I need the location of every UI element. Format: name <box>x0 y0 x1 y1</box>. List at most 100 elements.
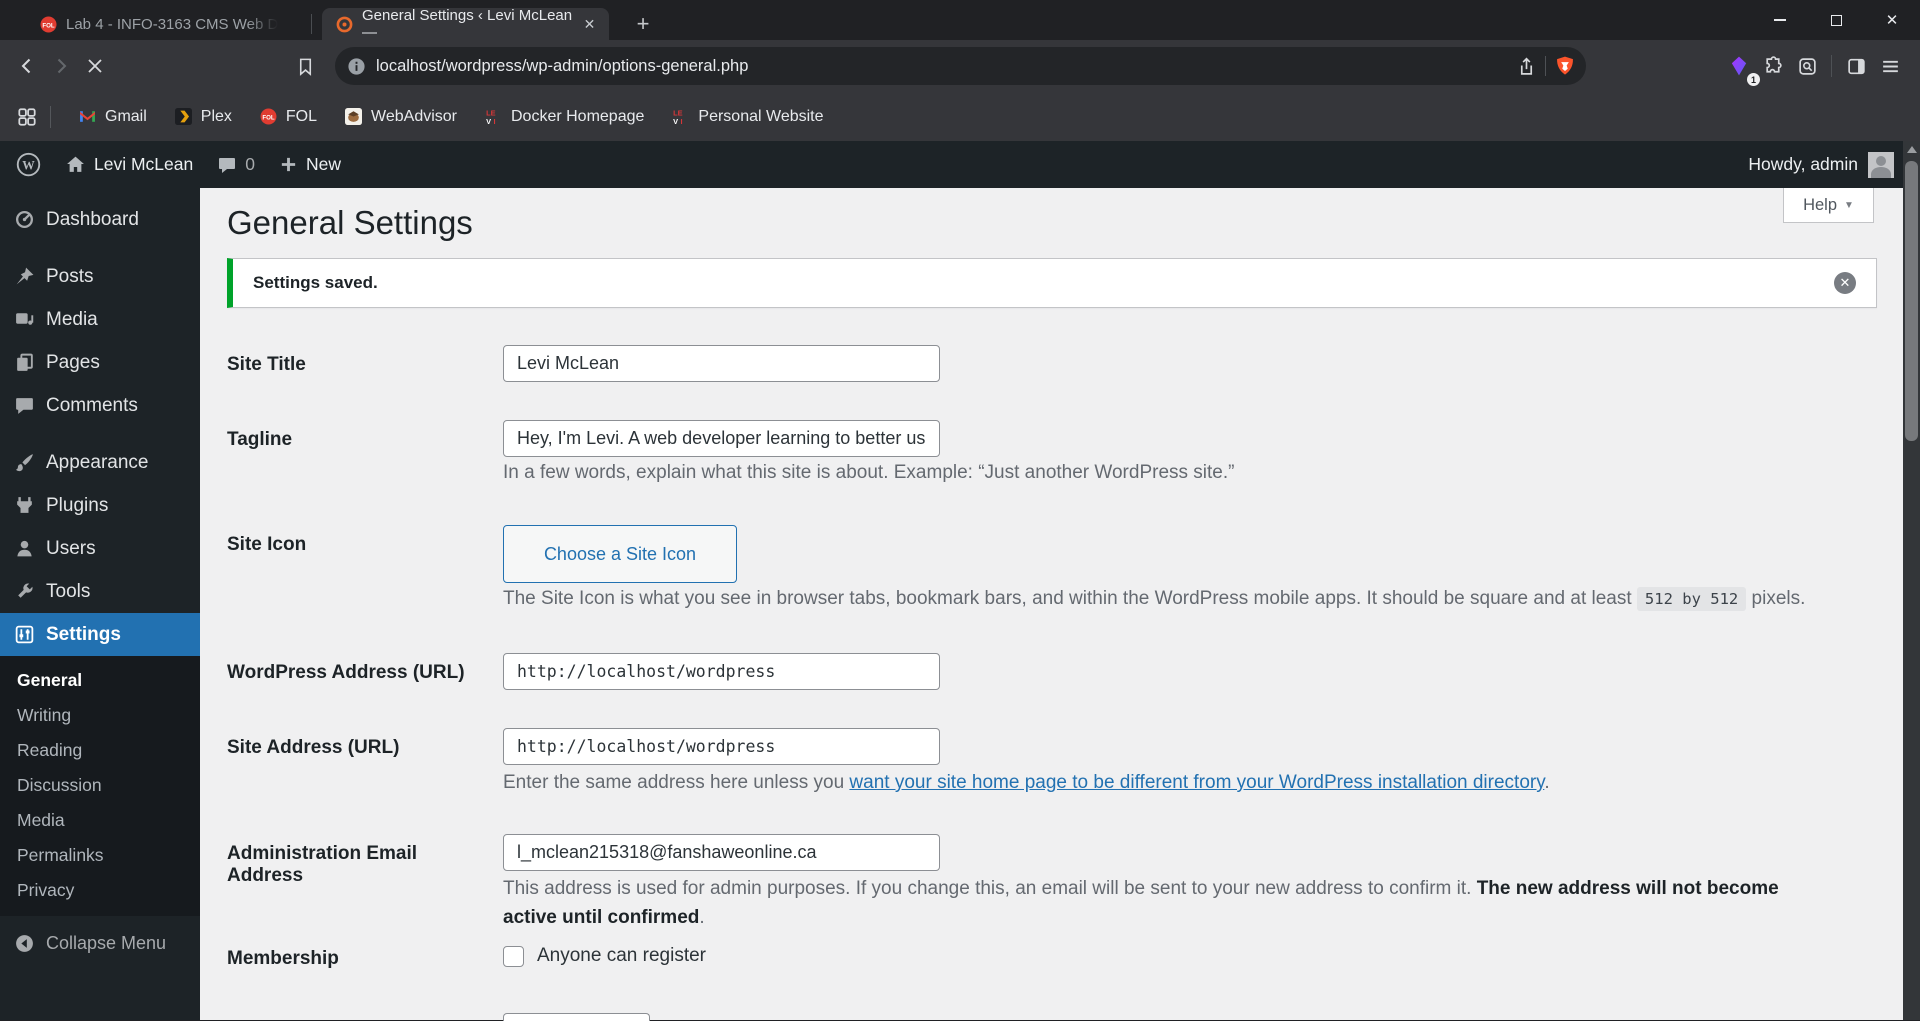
plex-icon <box>174 108 192 125</box>
home-icon <box>65 154 86 175</box>
anyone-can-register-checkbox[interactable] <box>503 945 524 967</box>
site-title-input[interactable] <box>503 345 940 382</box>
apps-grid-icon[interactable] <box>16 106 38 128</box>
site-info-icon[interactable] <box>347 57 366 76</box>
tab-general-settings[interactable]: General Settings ‹ Levi McLean — ✕ <box>322 7 609 41</box>
choose-site-icon-button[interactable]: Choose a Site Icon <box>503 525 737 583</box>
bookmark-docker-homepage[interactable]: LE V I Docker Homepage <box>471 100 658 134</box>
submenu-item-permalinks[interactable]: Permalinks <box>0 838 200 873</box>
plus-icon <box>279 155 298 174</box>
wordpress-address-input[interactable] <box>503 653 940 690</box>
bookmark-icon[interactable] <box>288 49 322 83</box>
submenu-item-writing[interactable]: Writing <box>0 698 200 733</box>
sidebar-toggle-icon[interactable] <box>1839 49 1873 83</box>
wallet-search-icon[interactable] <box>1790 49 1824 83</box>
svg-text:FOL: FOL <box>262 114 275 121</box>
sidebar-item-tools[interactable]: Tools <box>0 570 200 613</box>
site-icon-label: Site Icon <box>227 534 307 555</box>
sidebar-item-users[interactable]: Users <box>0 527 200 570</box>
webadvisor-icon <box>345 108 363 125</box>
svg-text:V: V <box>673 117 678 125</box>
bookmark-gmail[interactable]: Gmail <box>65 100 161 134</box>
bookmark-fol[interactable]: FOL FOL <box>246 100 331 134</box>
collapse-arrow-icon <box>16 935 33 952</box>
rewards-badge: 1 <box>1747 73 1760 86</box>
scroll-up-arrow[interactable] <box>1905 143 1918 157</box>
admin-email-input[interactable] <box>503 834 940 871</box>
howdy-text: Howdy, admin <box>1748 154 1858 174</box>
collapse-menu-button[interactable]: Collapse Menu <box>0 922 200 965</box>
tagline-input[interactable] <box>503 420 940 457</box>
submenu-item-discussion[interactable]: Discussion <box>0 768 200 803</box>
new-label: New <box>305 154 341 174</box>
comments-indicator[interactable]: 0 <box>205 141 267 188</box>
tagline-label: Tagline <box>227 429 293 450</box>
sidebar-item-appearance[interactable]: Appearance <box>0 441 200 484</box>
back-icon[interactable] <box>10 49 44 83</box>
media-icon <box>16 313 34 325</box>
submenu-item-general[interactable]: General <box>0 663 200 698</box>
dashboard-icon <box>15 210 34 229</box>
checkbox-label: Anyone can register <box>537 945 706 966</box>
sidebar-item-label: Pages <box>46 351 100 373</box>
sidebar-item-media[interactable]: Media <box>0 298 200 341</box>
menu-hamburger-icon[interactable] <box>1873 49 1907 83</box>
scrollbar-thumb[interactable] <box>1905 161 1918 441</box>
new-content-menu[interactable]: New <box>267 141 353 188</box>
sidebar-item-dashboard[interactable]: Dashboard <box>0 198 200 241</box>
settings-icon <box>15 625 34 644</box>
browser-scrollbar[interactable] <box>1903 141 1920 1020</box>
plugin-icon <box>17 497 32 513</box>
submenu-item-reading[interactable]: Reading <box>0 733 200 768</box>
fol-icon: FOL <box>260 108 277 125</box>
sidebar-item-label: Plugins <box>46 494 109 516</box>
bookmark-plex[interactable]: Plex <box>161 100 246 134</box>
dismiss-notice-icon[interactable]: ✕ <box>1834 272 1856 294</box>
fol-favicon: FOL <box>40 16 57 32</box>
share-icon[interactable] <box>1516 56 1537 77</box>
paintbrush-icon <box>15 454 33 472</box>
sidebar-item-label: Appearance <box>46 451 149 473</box>
new-tab-button[interactable]: + <box>628 9 658 39</box>
admin-email-description: This address is used for admin purposes.… <box>503 878 1779 928</box>
stop-loading-icon[interactable] <box>78 49 112 83</box>
bookmark-label: Docker Homepage <box>511 107 645 125</box>
tab-close-icon[interactable]: ✕ <box>580 14 599 34</box>
avatar <box>1868 151 1894 178</box>
different-home-page-link[interactable]: want your site home page to be different… <box>849 772 1544 793</box>
sidebar-item-settings[interactable]: Settings <box>0 613 210 656</box>
maximize-button[interactable] <box>1808 0 1864 40</box>
bookmarks-bar: Gmail Plex FOL FOL WebAdvisor LE V I Doc… <box>0 92 1920 141</box>
sidebar-item-label: Settings <box>46 623 121 645</box>
minimize-button[interactable] <box>1752 0 1808 40</box>
account-menu[interactable]: Howdy, admin <box>1748 151 1920 178</box>
forward-icon[interactable] <box>44 49 78 83</box>
url-text: localhost/wordpress/wp-admin/options-gen… <box>376 56 749 75</box>
close-window-button[interactable]: ✕ <box>1864 0 1920 40</box>
submenu-item-privacy[interactable]: Privacy <box>0 873 200 908</box>
sidebar-item-posts[interactable]: Posts <box>0 255 200 298</box>
bookmark-webadvisor[interactable]: WebAdvisor <box>331 100 471 134</box>
visit-site-link[interactable]: Levi McLean <box>53 141 205 188</box>
sidebar-item-comments[interactable]: Comments <box>0 384 200 427</box>
extensions-icon[interactable] <box>1756 49 1790 83</box>
help-button[interactable]: Help ▼ <box>1783 188 1874 223</box>
address-bar[interactable]: localhost/wordpress/wp-admin/options-gen… <box>335 47 1586 85</box>
brave-rewards-icon[interactable]: 1 <box>1722 49 1760 86</box>
settings-submenu: General Writing Reading Discussion Media… <box>0 656 200 916</box>
site-title-label: Site Title <box>227 354 306 375</box>
bookmark-personal-website[interactable]: LE V I Personal Website <box>658 100 837 134</box>
sidebar-item-pages[interactable]: Pages <box>0 341 200 384</box>
bookmark-label: Gmail <box>105 107 147 125</box>
wp-logo-menu[interactable]: W <box>0 141 53 188</box>
submenu-item-media[interactable]: Media <box>0 803 200 838</box>
sidebar-item-plugins[interactable]: Plugins <box>0 484 200 527</box>
wp-admin-bar: W Levi McLean 0 New Howdy, admin <box>0 141 1920 188</box>
brave-shield-icon[interactable] <box>1554 55 1576 77</box>
sidebar-item-label: Tools <box>46 580 91 602</box>
gmail-icon <box>80 111 95 122</box>
settings-page-content: Help ▼ General Settings Settings saved. … <box>200 188 1903 1021</box>
site-address-input[interactable] <box>503 728 940 765</box>
tab-lab4[interactable]: FOL Lab 4 - INFO-3163 CMS Web Develop <box>26 8 304 40</box>
admin-email-label: Administration Email Address <box>227 843 418 886</box>
